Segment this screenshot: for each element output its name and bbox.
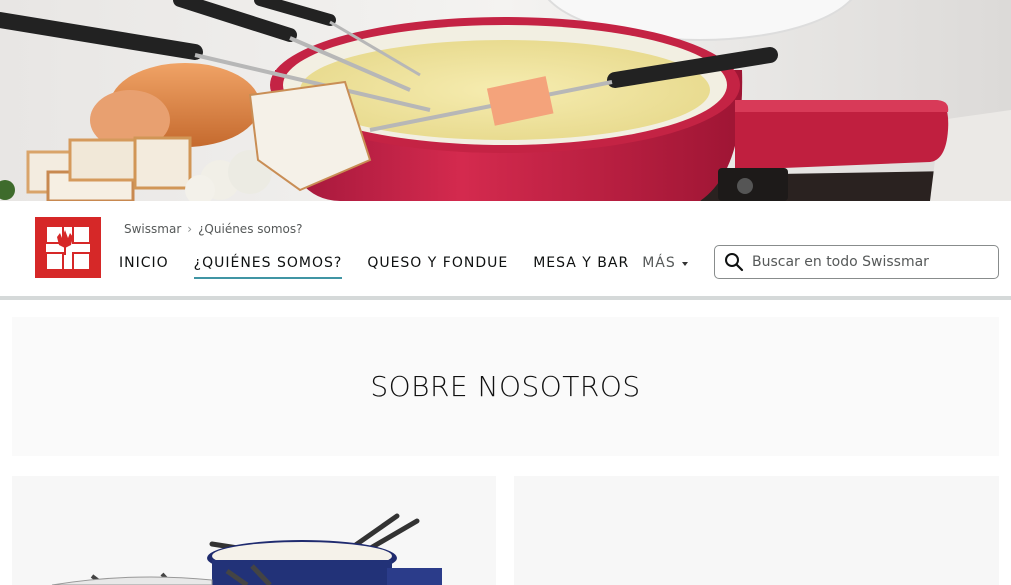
search-input[interactable] (752, 254, 992, 270)
nav-item-mesa-y-bar[interactable]: MESA Y BAR (533, 253, 629, 273)
nav-more-label: MÁS (642, 255, 676, 271)
chevron-right-icon: › (187, 222, 193, 236)
search-icon[interactable] (724, 252, 744, 272)
content-tile (514, 476, 999, 585)
canadian-swiss-cross-logo-icon (35, 217, 101, 278)
nav-item-queso-y-fondue[interactable]: QUESO Y FONDUE (367, 253, 508, 273)
about-section: SOBRE NOSOTROS (12, 317, 999, 456)
store-search-box (714, 245, 999, 279)
breadcrumb-item-current[interactable]: ¿Quiénes somos? (198, 222, 302, 236)
nav-item-quienes-somos[interactable]: ¿QUIÉNES SOMOS? (193, 253, 343, 279)
store-nav: INICIO ¿QUIÉNES SOMOS? QUESO Y FONDUE ME… (119, 252, 688, 279)
about-title: SOBRE NOSOTROS (370, 370, 641, 403)
product-image-tile[interactable] (12, 476, 496, 585)
hero-banner (0, 0, 1011, 201)
fondue-set-image (12, 476, 496, 585)
fondue-hero-image (0, 0, 1011, 201)
store-logo[interactable] (35, 217, 101, 278)
caret-down-icon (681, 261, 688, 266)
breadcrumb-item-home[interactable]: Swissmar (124, 222, 181, 236)
nav-item-inicio[interactable]: INICIO (119, 253, 169, 273)
nav-more-dropdown[interactable]: MÁS (642, 255, 688, 271)
breadcrumb: Swissmar › ¿Quiénes somos? (124, 221, 303, 237)
